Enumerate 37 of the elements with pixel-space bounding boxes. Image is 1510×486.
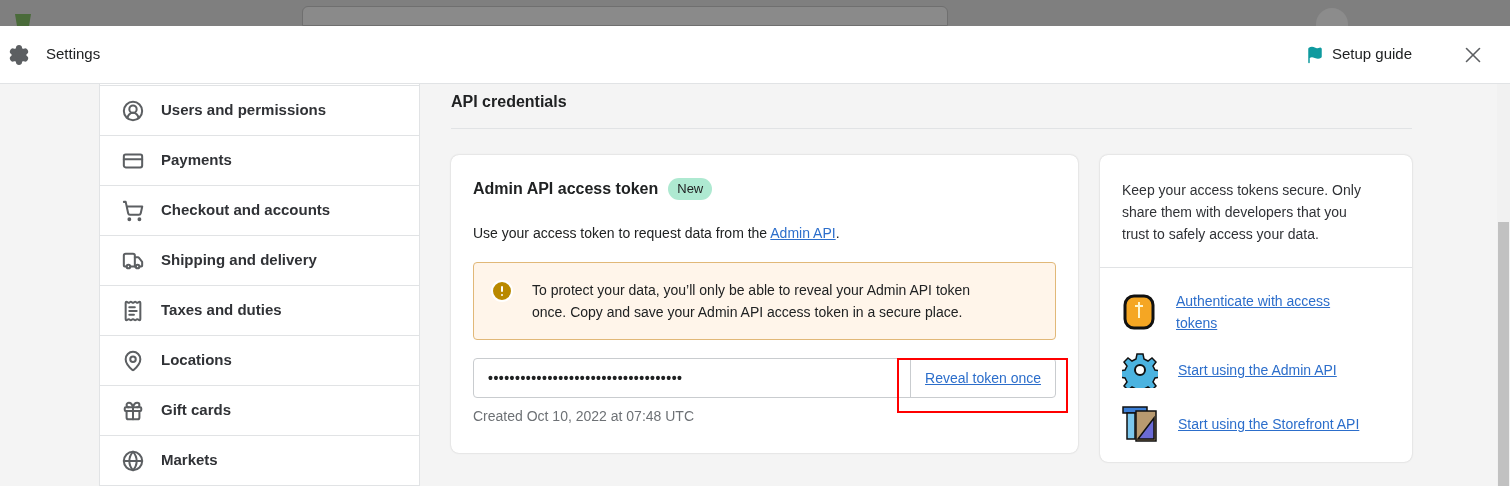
token-value: •••••••••••••••••••••••••••••••••••• xyxy=(488,368,683,388)
resource-link[interactable]: Start using the Storefront API xyxy=(1178,413,1360,435)
scrollbar-thumb[interactable] xyxy=(1498,222,1509,486)
resource-link[interactable]: Authenticate with access tokens xyxy=(1176,290,1366,334)
section-title: API credentials xyxy=(451,92,568,112)
user-icon xyxy=(122,99,144,122)
ruler-icon xyxy=(1122,406,1158,442)
sidebar-item[interactable]: Gift cards xyxy=(100,386,419,436)
setup-guide-button[interactable]: Setup guide xyxy=(1297,39,1420,70)
token-field[interactable]: •••••••••••••••••••••••••••••••••••• Reveal token once xyxy=(473,358,1056,398)
new-badge: New xyxy=(668,178,713,200)
sidebar-item[interactable]: Shipping and delivery xyxy=(100,236,419,286)
gear-icon xyxy=(1122,352,1158,388)
sidebar-item[interactable]: Checkout and accounts xyxy=(100,186,419,236)
reveal-token-button[interactable]: Reveal token once xyxy=(910,359,1055,397)
coin-icon xyxy=(1122,294,1156,330)
warning-text: To protect your data, you’ll only be able to reveal your Admin API token once. Copy and save your Admin API access token in a secure place. xyxy=(532,281,972,322)
pin-icon xyxy=(122,349,144,372)
admin-api-link[interactable]: Admin API xyxy=(770,225,836,241)
card-title: Admin API access token xyxy=(473,179,659,199)
sidebar-item[interactable]: Payments xyxy=(100,136,419,186)
cart-icon xyxy=(122,199,144,222)
resource-link[interactable]: Start using the Admin API xyxy=(1178,359,1337,381)
modal-title: Settings xyxy=(46,44,101,65)
card-description: Use your access token to request data from the Admin API. xyxy=(473,224,841,243)
sidebar-item[interactable]: Locations xyxy=(100,336,419,386)
gift-icon xyxy=(122,399,144,422)
flag-icon xyxy=(1305,45,1324,64)
settings-icon xyxy=(8,43,30,66)
receipt-icon xyxy=(122,299,144,322)
sidebar-item[interactable]: Markets xyxy=(100,436,419,486)
sidebar-item[interactable]: Users and permissions xyxy=(100,86,419,136)
created-date: Created Oct 10, 2022 at 07:48 UTC xyxy=(473,407,695,426)
globe-icon xyxy=(122,449,144,472)
info-text: Keep your access tokens secure. Only share them with developers that you trust to safely access your data. xyxy=(1100,155,1412,268)
sidebar-item[interactable]: Taxes and duties xyxy=(100,286,419,336)
warning-icon xyxy=(490,279,514,303)
